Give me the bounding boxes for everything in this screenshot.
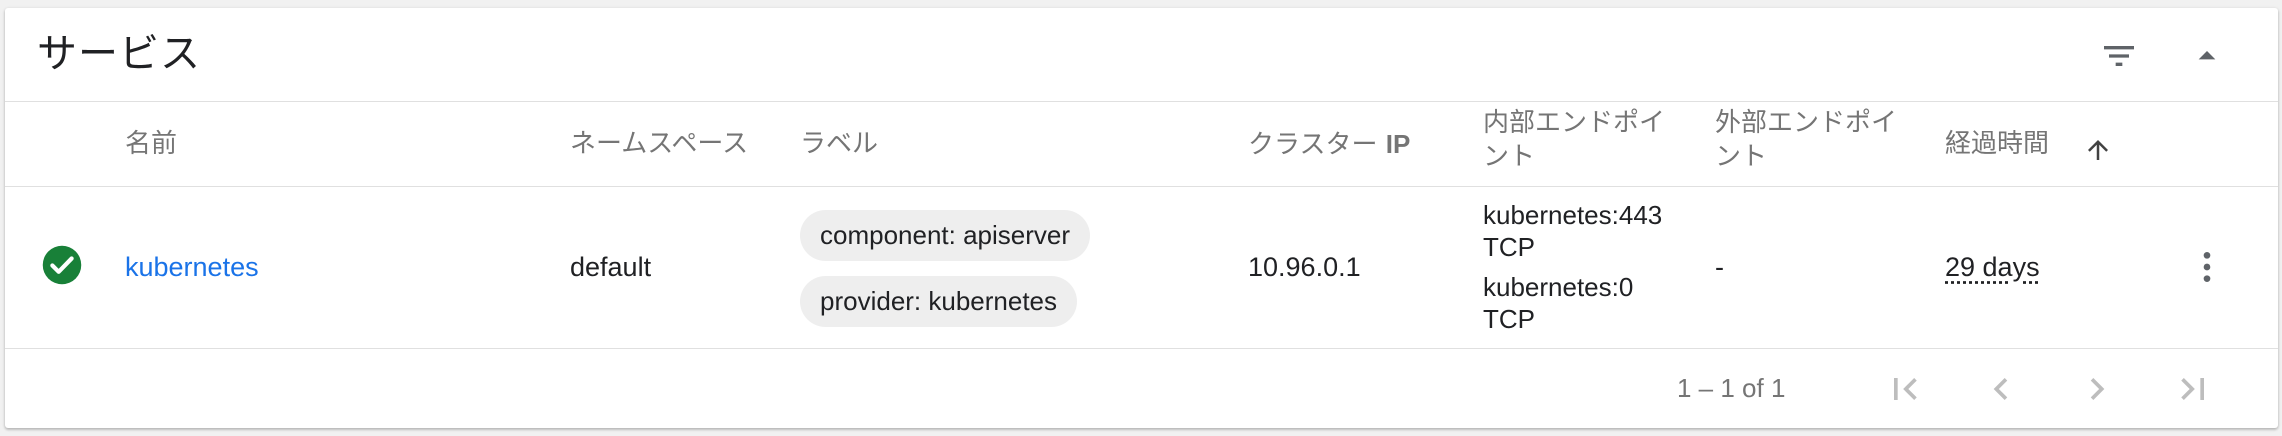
cluster-ip-value: 10.96.0.1	[1248, 252, 1361, 282]
label-chip: provider: kubernetes	[800, 276, 1078, 327]
namespace-value: default	[570, 252, 652, 282]
cluster-ip-header-suffix: IP	[1385, 129, 1411, 159]
row-actions-button[interactable]	[2185, 237, 2229, 297]
label-chip: component: apiserver	[800, 210, 1091, 261]
previous-page-button[interactable]	[1973, 361, 2029, 417]
paginator: 1 – 1 of 1	[5, 349, 2278, 428]
internal-endpoint: kubernetes:0 TCP	[1483, 271, 1633, 335]
internal-endpoints-header-line2: ント	[1483, 142, 1536, 172]
arrow-drop-up-icon	[2198, 51, 2216, 60]
paginator-range-label: 1 – 1 of 1	[1677, 373, 1786, 403]
last-page-button[interactable]	[2165, 361, 2221, 417]
column-header-name[interactable]: 名前	[125, 127, 177, 161]
column-header-cluster-ip: クラスター IP	[1248, 127, 1410, 162]
table-row: kubernetes default component: apiserver …	[5, 187, 2278, 349]
column-header-labels: ラベル	[800, 129, 879, 159]
chevron-right-icon	[2090, 378, 2105, 400]
endpoint-protocol: TCP	[1483, 232, 1535, 262]
arrow-upward-icon[interactable]	[2083, 135, 2113, 165]
age-value: 29 days	[1945, 252, 2040, 282]
collapse-button[interactable]	[2179, 28, 2235, 84]
first-page-button[interactable]	[1877, 361, 1933, 417]
endpoint-protocol: TCP	[1483, 304, 1535, 334]
card-title: サービス	[37, 31, 201, 77]
check-circle-icon	[42, 245, 82, 285]
chevron-left-icon	[1993, 378, 2008, 400]
external-endpoints-header-line1: 外部エンドポイ	[1715, 108, 1898, 138]
service-name-link[interactable]: kubernetes	[125, 251, 259, 283]
column-header-external-endpoints: 外部エンドポイ ント	[1715, 106, 1925, 174]
last-page-icon	[2181, 378, 2204, 400]
external-endpoints-header-line2: ント	[1715, 142, 1768, 172]
column-header-namespace[interactable]: ネームスペース	[570, 127, 748, 161]
internal-endpoint: kubernetes:443 TCP	[1483, 199, 1662, 263]
column-header-internal-endpoints: 内部エンドポイ ント	[1483, 106, 1693, 174]
filter-button[interactable]	[2091, 28, 2147, 84]
filter-list-icon	[2104, 46, 2134, 66]
more-vert-icon	[2203, 252, 2211, 282]
next-page-button[interactable]	[2069, 361, 2125, 417]
table-header-row: 名前 ネームスペース ラベル クラスター IP 内部エンドポイ ント 外部エンド…	[5, 102, 2278, 187]
internal-endpoints-header-line1: 内部エンドポイ	[1483, 108, 1666, 138]
column-header-age[interactable]: 経過時間	[1945, 127, 2049, 161]
external-endpoints-value: -	[1715, 252, 1724, 282]
first-page-icon	[1894, 378, 1917, 400]
services-card: サービス 名前 ネームスペース ラベル クラスター IP 内部エンドポイ ント …	[5, 8, 2278, 428]
endpoint-host: kubernetes:0	[1483, 272, 1634, 302]
endpoint-host: kubernetes:443	[1483, 200, 1663, 230]
cluster-ip-header-text: クラスター	[1248, 130, 1386, 160]
card-header: サービス	[5, 8, 2278, 102]
